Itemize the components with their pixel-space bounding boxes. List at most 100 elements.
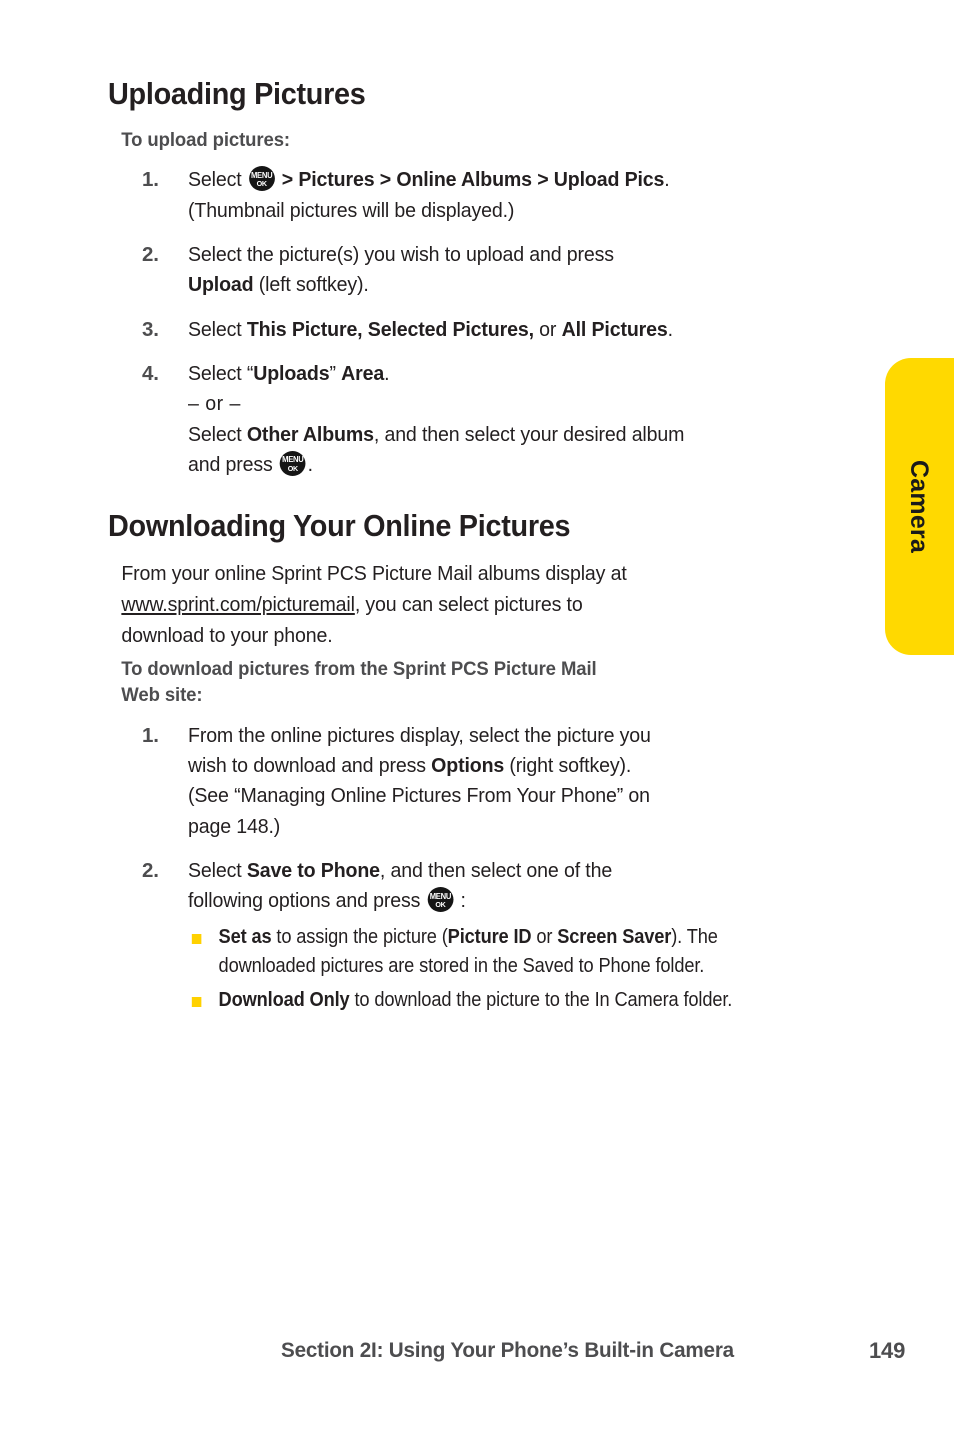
list-item-download-only: Download Only to download the picture to… xyxy=(188,986,837,1016)
step-text-fragment: Select “ xyxy=(188,361,254,385)
step-line: Select MENU OK > Pictures > Online Albums… xyxy=(188,165,837,195)
square-bullet-icon xyxy=(191,933,202,944)
content-column: Uploading Pictures To upload pictures: 1… xyxy=(108,77,868,1029)
step-text-fragment: ” xyxy=(329,361,342,385)
save-to-phone-options-list: Set as to assign the picture (Picture ID… xyxy=(188,923,837,1016)
step-text-bold: Pictures xyxy=(298,168,375,192)
bullet-text-fragment: to assign the picture ( xyxy=(271,925,448,948)
document-page: Camera Uploading Pictures To upload pict… xyxy=(0,0,954,1431)
bullet-text-bold: Set as xyxy=(218,925,272,948)
bullet-text: Set as to assign the picture (Picture ID… xyxy=(219,923,810,982)
footer-section-title: Section 2I: Using Your Phone’s Built-in … xyxy=(281,1338,734,1362)
step-text: Select This Picture, Selected Pictures, … xyxy=(188,315,837,345)
step-number: 3. xyxy=(142,317,159,341)
footer-page-number: 149 xyxy=(869,1338,906,1363)
step-number: 1. xyxy=(142,723,159,747)
step-line: page 148.) xyxy=(188,814,281,838)
step-text-bold: Upload xyxy=(188,273,254,297)
step-line: Upload (left softkey). xyxy=(188,270,837,300)
step-text-fragment: , and then select your desired album xyxy=(373,422,685,446)
step-text-fragment: . xyxy=(664,168,670,192)
step-line: wish to download and press Options (righ… xyxy=(188,751,837,781)
step-text-bold: Other Albums xyxy=(246,422,374,446)
step-line: following options and press MENU OK : xyxy=(188,886,837,916)
menu-ok-key-bottom-label: OK xyxy=(287,463,298,473)
paragraph-line: download to your phone. xyxy=(121,624,333,648)
step-text-fragment: and press xyxy=(188,452,278,476)
upload-steps-list: 1. Select MENU OK > Pictures > Online Alb… xyxy=(108,165,868,480)
step-text-fragment: . xyxy=(667,317,673,341)
step-text-fragment: wish to download and press xyxy=(188,754,432,778)
step-text: Select “Uploads” Area. – or – Select Oth… xyxy=(188,359,837,480)
download-intro-paragraph: From your online Sprint PCS Picture Mail… xyxy=(108,558,834,651)
step-text-fragment: (left softkey). xyxy=(253,273,369,297)
step-text: Select MENU OK > Pictures > Online Albums… xyxy=(188,165,837,226)
menu-ok-key-icon: MENU OK xyxy=(279,450,306,476)
step-number: 1. xyxy=(142,168,159,192)
page-footer: Section 2I: Using Your Phone’s Built-in … xyxy=(0,1338,954,1378)
subheading-line: To download pictures from the Sprint PCS… xyxy=(121,658,597,681)
step-text-bold: Upload Pics xyxy=(553,168,665,192)
step-text-fragment: > xyxy=(531,168,554,192)
picturemail-url-link[interactable]: www.sprint.com/picturemail xyxy=(121,593,355,616)
step-text-fragment: . xyxy=(307,452,313,476)
paragraph-line: www.sprint.com/picturemail, you can sele… xyxy=(121,589,833,620)
upload-step-4: 4. Select “Uploads” Area. – or – Select … xyxy=(108,359,868,480)
step-text-fragment: following options and press xyxy=(188,889,426,913)
menu-ok-key-bottom-label: OK xyxy=(256,179,267,189)
step-text-fragment: Select xyxy=(188,317,247,341)
menu-ok-key-icon: MENU OK xyxy=(427,887,454,913)
step-text-fragment: Select xyxy=(188,422,247,446)
upload-step-2: 2. Select the picture(s) you wish to upl… xyxy=(108,240,868,301)
menu-ok-key-icon: MENU OK xyxy=(248,166,275,192)
paragraph-line: From your online Sprint PCS Picture Mail… xyxy=(121,561,627,585)
bullet-text-bold: Picture ID xyxy=(447,925,532,948)
step-text-fragment: , and then select one of the xyxy=(379,859,613,883)
step-line: Select “Uploads” Area. xyxy=(188,359,837,389)
bullet-text: Download Only to download the picture to… xyxy=(219,986,810,1016)
step-line: Select the picture(s) you wish to upload… xyxy=(188,242,614,266)
menu-ok-key-bottom-label: OK xyxy=(435,900,446,910)
step-number: 4. xyxy=(142,361,159,385)
step-number: 2. xyxy=(142,242,159,266)
step-text-fragment: > xyxy=(276,168,299,192)
subheading-line: Web site: xyxy=(121,683,203,706)
list-item-set-as: Set as to assign the picture (Picture ID… xyxy=(188,923,837,982)
upload-step-1: 1. Select MENU OK > Pictures > Online Alb… xyxy=(108,165,868,226)
square-bullet-icon xyxy=(191,996,202,1007)
step-text-fragment: . xyxy=(384,361,390,385)
step-line: (Thumbnail pictures will be displayed.) xyxy=(188,198,515,222)
bullet-text-bold: Download Only xyxy=(218,988,350,1011)
step-text-bold: Options xyxy=(431,754,505,778)
step-text-fragment: or xyxy=(533,317,562,341)
step-text-bold: This Picture, Selected Pictures, xyxy=(246,317,534,341)
step-text-fragment: Select xyxy=(188,859,247,883)
step-text: Select the picture(s) you wish to upload… xyxy=(188,240,837,301)
bullet-text-fragment: or xyxy=(531,925,558,948)
bullet-text-bold: Screen Saver xyxy=(557,925,672,948)
download-step-2: 2. Select Save to Phone, and then select… xyxy=(108,856,868,1015)
subheading-to-download-pictures: To download pictures from the Sprint PCS… xyxy=(108,657,830,708)
step-text-bold: Uploads xyxy=(253,361,330,385)
subheading-to-upload-pictures: To upload pictures: xyxy=(121,128,290,151)
step-line: From the online pictures display, select… xyxy=(188,723,651,747)
step-text-fragment: Select xyxy=(188,168,247,192)
step-text-bold: Online Albums xyxy=(396,168,532,192)
step-text: Select Save to Phone, and then select on… xyxy=(188,856,837,1015)
step-line: Select Save to Phone, and then select on… xyxy=(188,856,837,886)
bullet-text-fragment: to download the picture to the In Camera… xyxy=(349,988,733,1011)
heading-uploading-pictures: Uploading Pictures xyxy=(108,77,366,111)
step-line: (See “Managing Online Pictures From Your… xyxy=(188,784,650,808)
step-text-bold: All Pictures xyxy=(561,317,668,341)
step-number: 2. xyxy=(142,859,159,883)
step-or-separator: – or – xyxy=(188,392,241,416)
side-tab-camera: Camera xyxy=(885,358,954,655)
step-text-fragment: > xyxy=(374,168,397,192)
step-text: From the online pictures display, select… xyxy=(188,721,837,842)
step-text-fragment: (right softkey). xyxy=(504,754,632,778)
step-text-fragment: : xyxy=(455,889,466,913)
step-text-bold: Area xyxy=(341,361,385,385)
heading-downloading-your-online-pictures: Downloading Your Online Pictures xyxy=(108,509,571,544)
step-line: Select This Picture, Selected Pictures, … xyxy=(188,315,837,345)
download-step-1: 1. From the online pictures display, sel… xyxy=(108,721,868,842)
